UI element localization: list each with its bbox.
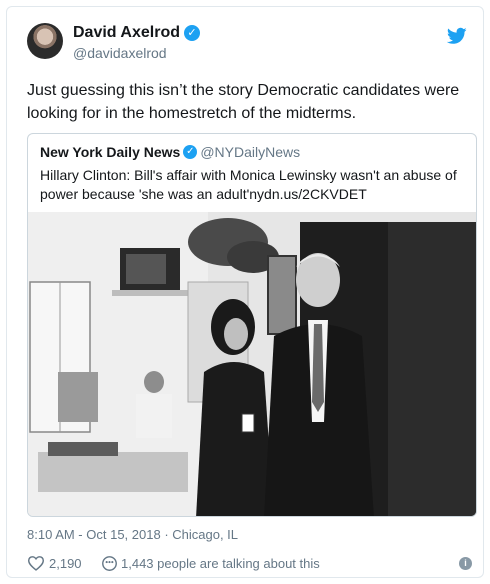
tweet-meta: 8:10 AM - Oct 15, 2018 · Chicago, IL (27, 527, 238, 542)
verified-badge-icon: ✓ (184, 25, 200, 41)
tweet-card: David Axelrod ✓ @davidaxelrod Just guessi… (6, 6, 484, 578)
tweet-header: David Axelrod ✓ @davidaxelrod (27, 23, 467, 67)
quoted-author-name: New York Daily News (40, 143, 181, 160)
author-name[interactable]: David Axelrod (73, 24, 180, 42)
talking-count[interactable]: 1,443 people are talking about this (121, 556, 320, 571)
quoted-text: Hillary Clinton: Bill's affair with Moni… (40, 167, 457, 202)
location[interactable]: · Chicago, IL (161, 527, 238, 542)
quoted-tweet[interactable]: New York Daily News ✓ @NYDailyNews Hillary… (27, 133, 477, 517)
info-icon[interactable]: i (459, 557, 472, 570)
author-handle[interactable]: @davidaxelrod (73, 45, 200, 61)
quoted-author-handle: @NYDailyNews (200, 143, 301, 160)
avatar[interactable] (27, 23, 63, 59)
twitter-bird-icon[interactable] (447, 27, 467, 45)
tweet-text: Just guessing this isn’t the story Democ… (27, 82, 460, 122)
heart-icon[interactable] (27, 555, 45, 571)
tweet-actions: 2,190 1,443 people are talking about thi… (27, 554, 472, 574)
timestamp[interactable]: 8:10 AM - Oct 15, 2018 (27, 527, 161, 542)
quoted-header: New York Daily News ✓ @NYDailyNews (40, 143, 300, 161)
verified-badge-icon: ✓ (183, 144, 198, 159)
author-block[interactable]: David Axelrod ✓ @davidaxelrod (73, 24, 200, 61)
quoted-photo[interactable] (28, 212, 477, 517)
talking-icon[interactable] (101, 555, 118, 572)
like-count[interactable]: 2,190 (49, 556, 82, 571)
